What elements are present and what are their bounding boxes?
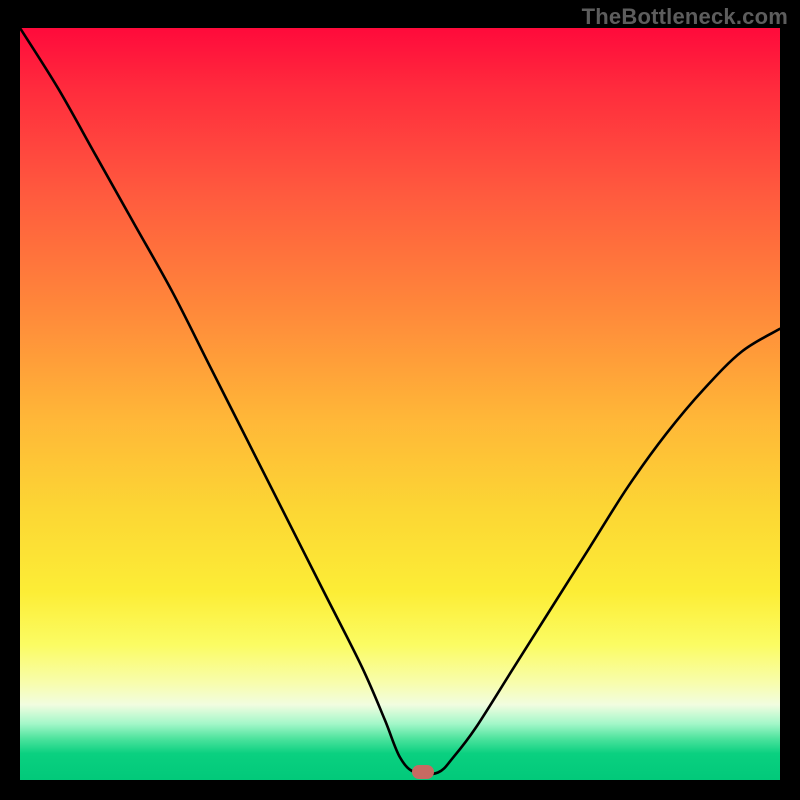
plot-area	[20, 28, 780, 780]
curve-path	[20, 28, 780, 774]
bottleneck-curve	[20, 28, 780, 780]
watermark-text: TheBottleneck.com	[582, 4, 788, 30]
chart-frame: TheBottleneck.com	[0, 0, 800, 800]
minimum-marker	[412, 765, 434, 779]
